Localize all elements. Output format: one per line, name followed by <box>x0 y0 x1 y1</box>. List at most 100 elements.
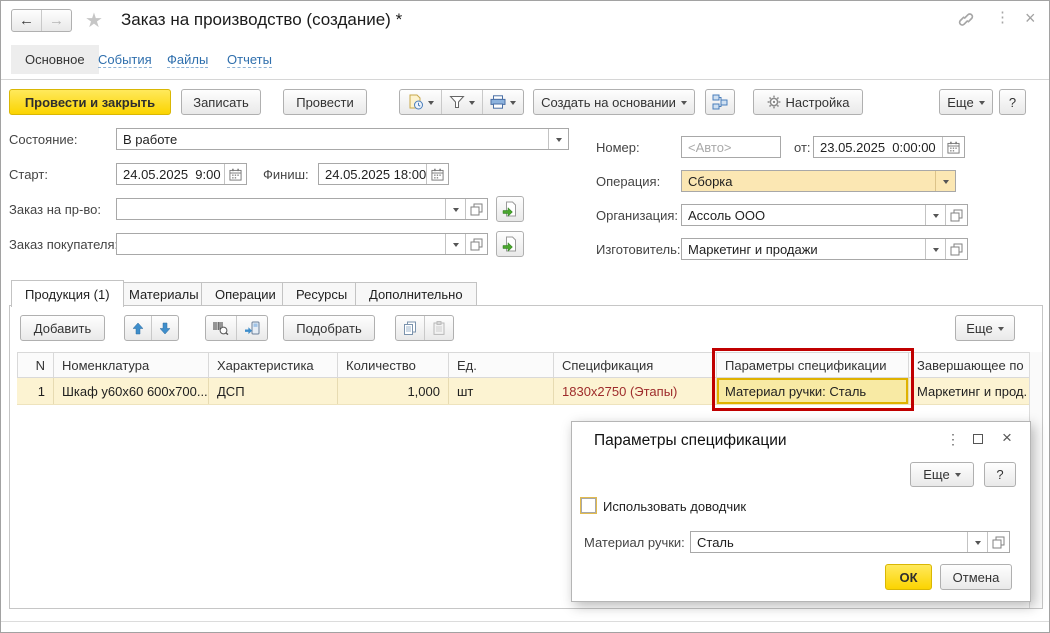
start-date-field[interactable]: 24.05.2025 9:00 <box>116 163 247 185</box>
settings-button[interactable]: Настройка <box>753 89 863 115</box>
import-document-icon <box>502 236 518 252</box>
tab-materials[interactable]: Материалы <box>115 282 213 306</box>
filter-button[interactable] <box>441 90 482 114</box>
window-menu-icon[interactable]: ⋮ <box>995 10 1010 25</box>
handle-material-dropdown-button[interactable] <box>967 532 987 552</box>
table-more-button[interactable]: Еще <box>955 315 1015 341</box>
application-window: ← → ★ Заказ на производство (создание) *… <box>0 0 1050 633</box>
window-close-icon[interactable]: × <box>1025 9 1036 27</box>
paste-icon <box>432 321 446 335</box>
tab-reports[interactable]: Отчеты <box>227 52 272 68</box>
help-button[interactable]: ? <box>999 89 1026 115</box>
closer-checkbox[interactable] <box>581 498 596 513</box>
start-calendar-button[interactable] <box>224 164 246 184</box>
customer-order-open-button[interactable] <box>465 234 487 254</box>
organization-open-button[interactable] <box>945 205 967 225</box>
pick-button[interactable]: Подобрать <box>283 315 375 341</box>
manufacturer-field[interactable]: Маркетинг и продажи <box>681 238 968 260</box>
print-button[interactable] <box>482 90 523 114</box>
tab-main[interactable]: Основное <box>11 45 99 74</box>
operation-field[interactable]: Сборка <box>681 170 956 192</box>
production-order-fill-button[interactable] <box>496 196 524 222</box>
column-header-spec-params[interactable]: Параметры спецификации <box>717 353 909 377</box>
column-header-nomenclature[interactable]: Номенклатура <box>54 353 209 377</box>
cell-nomenclature[interactable]: Шкаф у60х60 600х700... <box>54 378 209 404</box>
more-label: Еще <box>947 95 973 110</box>
more-button[interactable]: Еще <box>939 89 993 115</box>
manufacturer-open-button[interactable] <box>945 239 967 259</box>
state-dropdown-button[interactable] <box>548 129 568 149</box>
favorite-star-icon[interactable]: ★ <box>85 8 103 33</box>
copy-rows-button[interactable] <box>396 316 424 340</box>
add-row-button[interactable]: Добавить <box>20 315 105 341</box>
barcode-search-button[interactable] <box>206 316 236 340</box>
data-terminal-button[interactable] <box>236 316 267 340</box>
organization-field[interactable]: Ассоль ООО <box>681 204 968 226</box>
tab-events[interactable]: События <box>98 52 152 68</box>
document-clock-icon <box>407 94 424 110</box>
handle-material-field[interactable]: Сталь <box>690 531 1010 553</box>
create-based-on-button[interactable]: Создать на основании <box>533 89 695 115</box>
column-header-quantity[interactable]: Количество <box>338 353 449 377</box>
handle-material-open-button[interactable] <box>987 532 1009 552</box>
organization-dropdown-button[interactable] <box>925 205 945 225</box>
column-header-unit[interactable]: Ед. <box>449 353 554 377</box>
tab-products[interactable]: Продукция (1) <box>11 280 124 307</box>
customer-order-fill-button[interactable] <box>496 231 524 257</box>
dialog-cancel-button[interactable]: Отмена <box>940 564 1012 590</box>
write-button[interactable]: Записать <box>181 89 261 115</box>
post-button[interactable]: Провести <box>283 89 367 115</box>
production-order-dropdown-button[interactable] <box>445 199 465 219</box>
customer-order-dropdown-button[interactable] <box>445 234 465 254</box>
table-row[interactable]: 1 Шкаф у60х60 600х700... ДСП 1,000 шт 18… <box>17 378 1029 405</box>
forward-button[interactable]: → <box>41 10 71 31</box>
number-label: Номер: <box>596 140 640 155</box>
cell-characteristic[interactable]: ДСП <box>209 378 338 404</box>
production-order-field[interactable] <box>116 198 488 220</box>
column-header-n[interactable]: N <box>17 353 54 377</box>
back-button[interactable]: ← <box>12 10 41 31</box>
operation-dropdown-button[interactable] <box>935 171 955 191</box>
move-up-button[interactable] <box>125 316 151 340</box>
cell-final-dept[interactable]: Маркетинг и прод. <box>909 378 1029 404</box>
dialog-maximize-icon[interactable] <box>973 434 983 444</box>
dialog-ok-button[interactable]: ОК <box>885 564 932 590</box>
cell-unit[interactable]: шт <box>449 378 554 404</box>
state-field[interactable]: В работе <box>116 128 569 150</box>
manufacturer-dropdown-button[interactable] <box>925 239 945 259</box>
date-calendar-button[interactable] <box>942 137 964 157</box>
number-field[interactable]: <Авто> <box>681 136 781 158</box>
tab-resources[interactable]: Ресурсы <box>282 282 361 306</box>
structure-button[interactable] <box>705 89 735 115</box>
hierarchy-icon <box>712 94 728 110</box>
organization-value: Ассоль ООО <box>682 205 925 225</box>
tab-files[interactable]: Файлы <box>167 52 208 68</box>
finish-calendar-button[interactable] <box>426 164 448 184</box>
dialog-help-button[interactable]: ? <box>984 462 1016 487</box>
column-header-characteristic[interactable]: Характеристика <box>209 353 338 377</box>
post-and-close-button[interactable]: Провести и закрыть <box>9 89 171 115</box>
dialog-menu-icon[interactable]: ⋮ <box>946 431 960 448</box>
cell-specification[interactable]: 1830х2750 (Этапы) <box>554 378 717 404</box>
move-down-button[interactable] <box>151 316 178 340</box>
column-header-specification[interactable]: Спецификация <box>554 353 717 377</box>
cell-quantity[interactable]: 1,000 <box>338 378 449 404</box>
header-divider <box>1 79 1050 80</box>
paste-rows-button[interactable] <box>424 316 453 340</box>
create-task-button[interactable] <box>400 90 441 114</box>
dialog-close-icon[interactable]: × <box>1002 428 1012 448</box>
cell-spec-params-selected[interactable]: Материал ручки: Сталь <box>717 378 909 404</box>
link-icon[interactable] <box>956 12 976 27</box>
tab-operations[interactable]: Операции <box>201 282 290 306</box>
tab-additional[interactable]: Дополнительно <box>355 282 477 306</box>
operation-value: Сборка <box>682 171 935 191</box>
production-order-open-button[interactable] <box>465 199 487 219</box>
dialog-more-button[interactable]: Еще <box>910 462 974 487</box>
customer-order-field[interactable] <box>116 233 488 255</box>
dropdown-caret-icon <box>428 101 434 108</box>
finish-date-field[interactable]: 24.05.2025 18:00 <box>318 163 449 185</box>
column-header-final-dept[interactable]: Завершающее по <box>909 353 1029 377</box>
document-date-field[interactable]: 23.05.2025 0:00:00 <box>813 136 965 158</box>
dropdown-caret-icon <box>453 243 459 250</box>
cell-n[interactable]: 1 <box>17 378 54 404</box>
